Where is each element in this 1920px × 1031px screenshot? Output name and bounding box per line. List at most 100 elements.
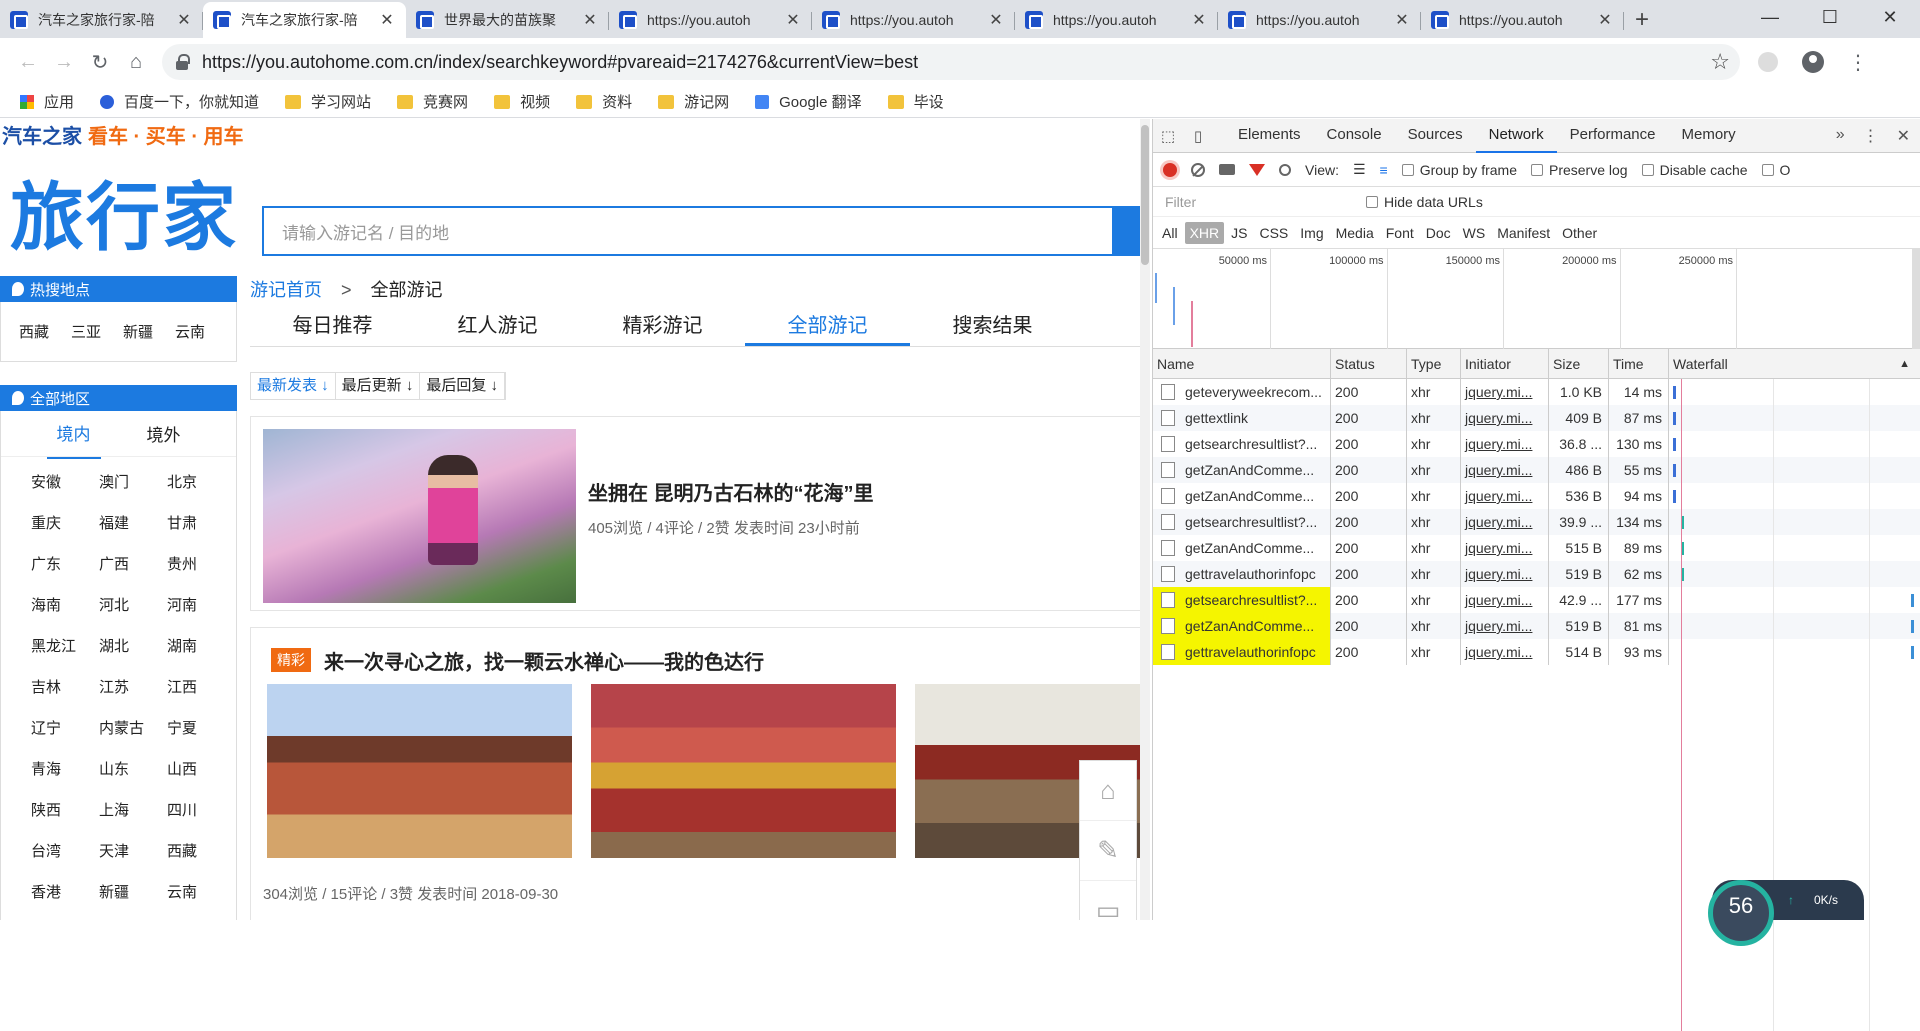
hot-place-link[interactable]: 云南 (175, 321, 205, 342)
devtools-tab[interactable]: Console (1314, 119, 1395, 153)
type-filter[interactable]: Doc (1421, 222, 1456, 244)
tab-close-icon[interactable]: ✕ (987, 10, 1005, 30)
tab-close-icon[interactable]: ✕ (1393, 10, 1411, 30)
travel-tab[interactable]: 全部游记 (745, 307, 910, 346)
forward-button[interactable]: → (46, 44, 82, 80)
col-type[interactable]: Type (1407, 349, 1461, 378)
table-row[interactable]: gettravelauthorinfopc 200 xhr jquery.mi... 5… (1153, 639, 1920, 665)
waterfall-view-icon[interactable]: ≡ (1380, 162, 1388, 178)
province-link[interactable]: 新疆 (99, 881, 167, 902)
comment-icon[interactable]: ▭ (1080, 881, 1136, 920)
browser-tab[interactable]: https://you.autoh ✕ (812, 2, 1015, 38)
travel-card-featured[interactable]: 精彩 来一次寻心之旅，找一颗云水禅心——我的色达行 304浏览 / 15评论 /… (250, 627, 1150, 920)
initiator-link[interactable]: jquery.mi... (1461, 431, 1549, 457)
inspect-element-icon[interactable]: ⬚ (1153, 119, 1183, 153)
travel-card-photo[interactable] (591, 684, 896, 858)
type-filter[interactable]: Manifest (1492, 222, 1555, 244)
province-link[interactable]: 台湾 (31, 840, 99, 861)
minimize-button[interactable]: — (1740, 0, 1800, 34)
hot-place-link[interactable]: 三亚 (71, 321, 101, 342)
table-row[interactable]: geteveryweekrecom... 200 xhr jquery.mi... 1.… (1153, 379, 1920, 405)
tab-close-icon[interactable]: ✕ (378, 10, 396, 30)
home-icon[interactable]: ⌂ (1080, 761, 1136, 821)
reload-button[interactable]: ↻ (82, 44, 118, 80)
devtools-tab[interactable]: Elements (1225, 119, 1314, 153)
province-link[interactable]: 香港 (31, 881, 99, 902)
sort-option[interactable]: 最后回复 ↓ (420, 373, 506, 399)
hot-place-link[interactable]: 新疆 (123, 321, 153, 342)
network-overview[interactable]: 50000 ms 100000 ms 150000 ms 200000 ms 25000… (1153, 249, 1920, 349)
list-view-icon[interactable]: ☰ (1353, 161, 1366, 178)
bookmark-item[interactable]: 学习网站 (285, 91, 371, 112)
travel-tab[interactable]: 搜索结果 (910, 307, 1075, 346)
request-name-cell[interactable]: getZanAndComme... (1153, 535, 1331, 561)
profile-avatar-icon[interactable] (1802, 51, 1824, 73)
province-link[interactable]: 广西 (99, 553, 167, 574)
province-link[interactable]: 天津 (99, 840, 167, 861)
tab-close-icon[interactable]: ✕ (1190, 10, 1208, 30)
province-link[interactable]: 河南 (167, 594, 235, 615)
table-row[interactable]: getZanAndComme... 200 xhr jquery.mi... 519 B… (1153, 613, 1920, 639)
overview-scrollbar[interactable] (1912, 249, 1920, 349)
table-row[interactable]: getZanAndComme... 200 xhr jquery.mi... 515 B… (1153, 535, 1920, 561)
initiator-link[interactable]: jquery.mi... (1461, 483, 1549, 509)
sort-option[interactable]: 最新发表 ↓ (251, 373, 336, 399)
type-filter[interactable]: CSS (1254, 222, 1293, 244)
initiator-link[interactable]: jquery.mi... (1461, 561, 1549, 587)
filter-icon[interactable] (1249, 163, 1265, 176)
tab-overseas[interactable]: 境外 (137, 409, 191, 458)
province-link[interactable]: 青海 (31, 758, 99, 779)
province-link[interactable]: 贵州 (167, 553, 235, 574)
col-waterfall[interactable]: Waterfall ▲ (1669, 349, 1920, 378)
province-link[interactable]: 宁夏 (167, 717, 235, 738)
initiator-link[interactable]: jquery.mi... (1461, 405, 1549, 431)
url-text[interactable]: https://you.autohome.com.cn/index/search… (202, 52, 1710, 73)
province-link[interactable]: 云南 (167, 881, 235, 902)
province-link[interactable]: 澳门 (99, 471, 167, 492)
col-status[interactable]: Status (1331, 349, 1407, 378)
province-link[interactable]: 辽宁 (31, 717, 99, 738)
browser-menu-icon[interactable]: ⋮ (1848, 50, 1868, 75)
province-link[interactable]: 北京 (167, 471, 235, 492)
site-search-input[interactable]: 请输入游记名 / 目的地 (262, 206, 1150, 256)
browser-tab[interactable]: 汽车之家旅行家-陪 ✕ (0, 2, 203, 38)
request-name-cell[interactable]: geteveryweekrecom... (1153, 379, 1331, 405)
record-icon[interactable] (1163, 162, 1177, 177)
tab-close-icon[interactable]: ✕ (1596, 10, 1614, 30)
initiator-link[interactable]: jquery.mi... (1461, 587, 1549, 613)
province-link[interactable]: 福建 (99, 512, 167, 533)
province-link[interactable]: 河北 (99, 594, 167, 615)
type-filter[interactable]: XHR (1184, 221, 1225, 244)
devtools-tab[interactable]: Performance (1557, 119, 1669, 153)
screenshot-icon[interactable] (1219, 164, 1235, 175)
bookmark-item[interactable]: 毕设 (887, 91, 944, 112)
province-link[interactable]: 安徽 (31, 471, 99, 492)
initiator-link[interactable]: jquery.mi... (1461, 379, 1549, 405)
province-link[interactable]: 湖北 (99, 635, 167, 656)
close-window-button[interactable]: ✕ (1860, 0, 1920, 34)
page-scrollbar[interactable] (1140, 119, 1150, 920)
request-name-cell[interactable]: getZanAndComme... (1153, 613, 1331, 639)
device-toolbar-icon[interactable]: ▯ (1183, 119, 1213, 153)
back-button[interactable]: ← (10, 44, 46, 80)
tab-close-icon[interactable]: ✕ (175, 10, 193, 30)
tab-close-icon[interactable]: ✕ (784, 10, 802, 30)
disable-cache-checkbox[interactable]: Disable cache (1641, 162, 1748, 178)
travel-card-image[interactable] (263, 429, 576, 603)
province-link[interactable]: 甘肃 (167, 512, 235, 533)
table-row[interactable]: getsearchresultlist?... 200 xhr jquery.mi..… (1153, 509, 1920, 535)
col-initiator[interactable]: Initiator (1461, 349, 1549, 378)
request-name-cell[interactable]: getsearchresultlist?... (1153, 587, 1331, 613)
hot-place-link[interactable]: 西藏 (19, 321, 49, 342)
table-row[interactable]: getsearchresultlist?... 200 xhr jquery.mi..… (1153, 431, 1920, 457)
province-link[interactable]: 江西 (167, 676, 235, 697)
request-name-cell[interactable]: getZanAndComme... (1153, 483, 1331, 509)
travel-card[interactable]: 坐拥在 昆明乃古石林的“花海”里 405浏览 / 4评论 / 2赞 发表时间 2… (250, 416, 1150, 611)
type-filter[interactable]: Other (1557, 222, 1602, 244)
type-filter[interactable]: Font (1381, 222, 1419, 244)
request-name-cell[interactable]: getZanAndComme... (1153, 457, 1331, 483)
devtools-tab[interactable]: Sources (1395, 119, 1476, 153)
brand-name[interactable]: 汽车之家 (2, 120, 82, 149)
home-button[interactable]: ⌂ (118, 44, 154, 80)
sort-option[interactable]: 最后更新 ↓ (336, 373, 421, 399)
